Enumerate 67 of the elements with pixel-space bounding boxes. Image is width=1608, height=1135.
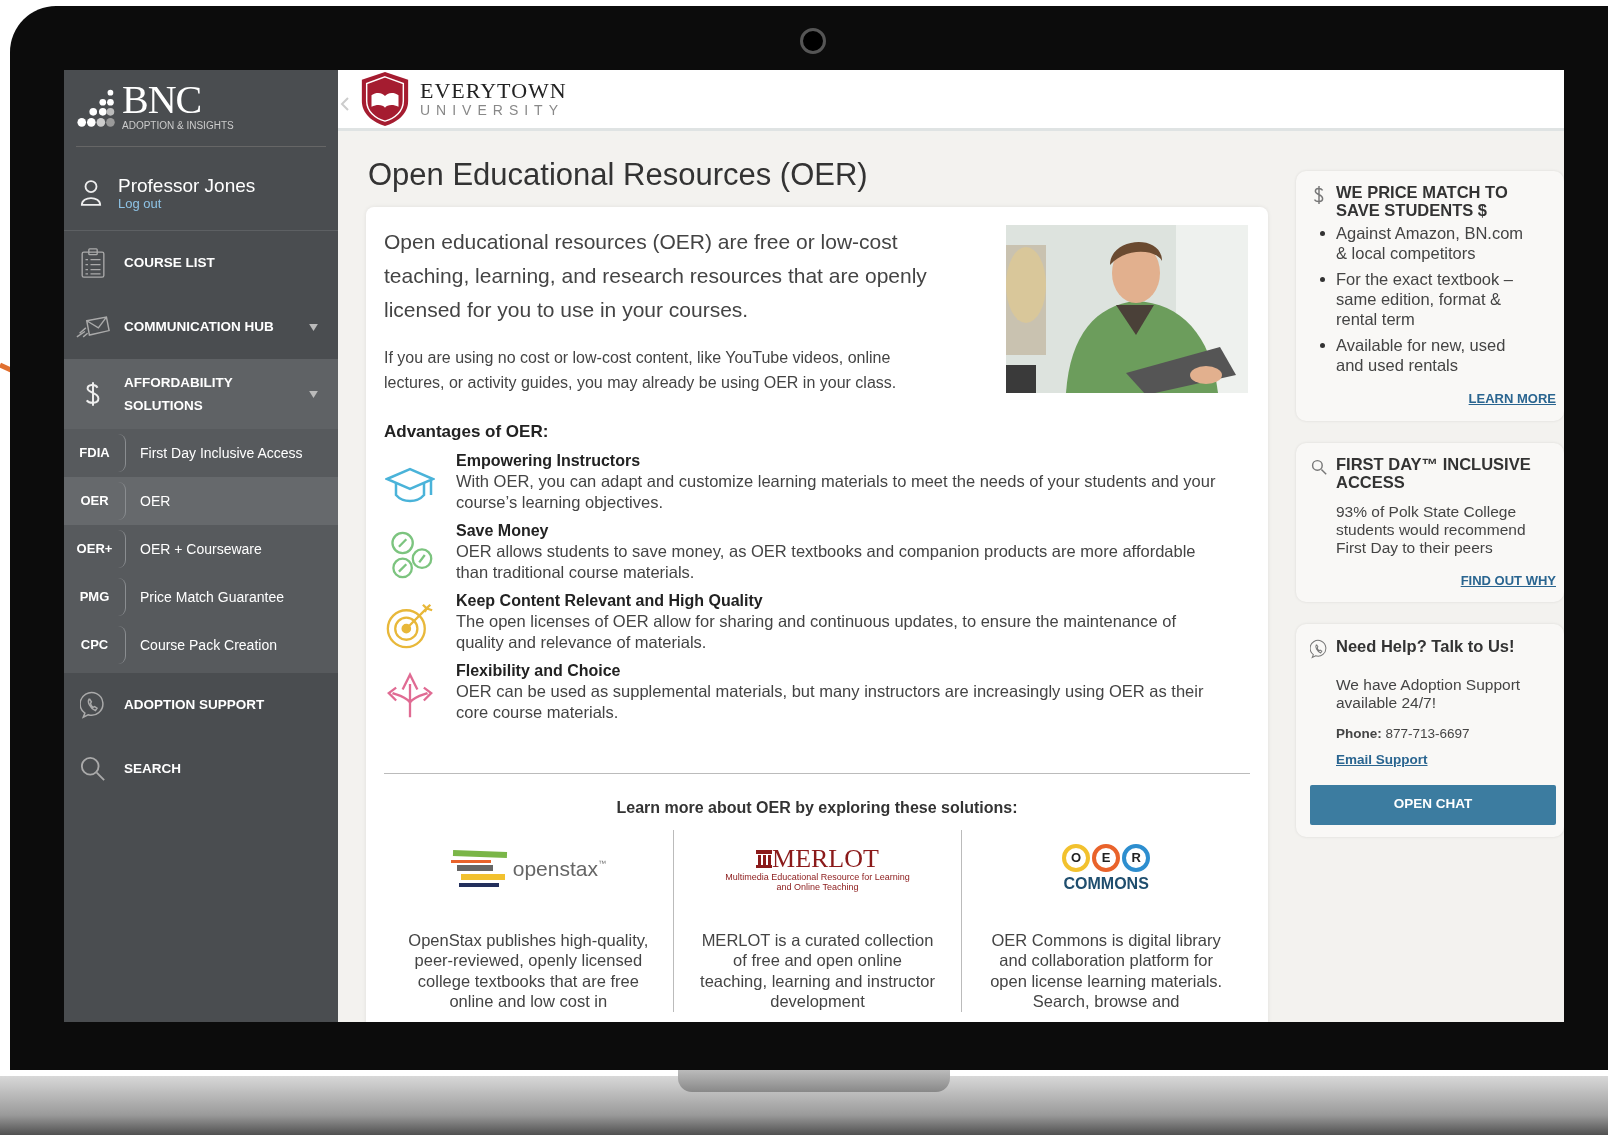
- section-heading: Learn more about OER by exploring these solutions:: [615, 797, 1019, 818]
- subnav-item[interactable]: OER+ OER + Courseware: [64, 525, 338, 573]
- caret-icon: [309, 323, 318, 331]
- solution-text: MERLOT is a curated collection of free and open online teaching, learning and instructor development: [699, 929, 936, 1012]
- arrows-icon: [385, 670, 435, 719]
- email-support-link[interactable]: Email Support: [1336, 750, 1556, 771]
- advantage-text: OER can be used as supplemental materials, but many instructors are increasingly using OER as their core course materials.: [456, 680, 1205, 723]
- card-title: FIRST DAY™ INCLUSIVE ACCESS: [1336, 454, 1532, 491]
- advantage-text: With OER, you can adapt and customize learning materials to meet the needs of your students and your course’s learning objectives.: [456, 470, 1217, 513]
- section-heading: Advantages of OER:: [384, 421, 550, 443]
- subnav-item[interactable]: PMG Price Match Guarantee: [64, 573, 338, 621]
- merlot-tagline: Multimedia Educational Resource for Learning and Online Teaching: [724, 871, 911, 892]
- logout-link[interactable]: Log out: [118, 196, 256, 211]
- envelope-icon: [76, 314, 110, 340]
- advantage-title: Keep Content Relevant and High Quality: [456, 590, 764, 611]
- caret-icon: [309, 390, 318, 398]
- column-icon: [756, 849, 773, 868]
- university-subtitle: UNIVERSITY: [420, 102, 565, 118]
- openstax-logo-text: openstax: [512, 855, 598, 882]
- card-link[interactable]: FIND OUT WHY: [1460, 570, 1556, 590]
- page-title: Open Educational Resources (OER): [368, 157, 869, 193]
- nav-item[interactable]: SEARCH: [64, 737, 338, 801]
- bullet-text: Against Amazon, BN.com & local competitors: [1335, 223, 1525, 263]
- user-icon: [80, 178, 102, 207]
- camera-icon: [800, 28, 826, 54]
- phone-bubble-icon: [1310, 638, 1328, 660]
- nav-item[interactable]: COMMUNICATION HUB: [64, 295, 338, 359]
- nav-item[interactable]: AFFORDABILITY SOLUTIONS: [64, 359, 338, 429]
- dollar-icon: [84, 379, 102, 409]
- card-title: WE PRICE MATCH TO SAVE STUDENTS $: [1336, 183, 1509, 219]
- advantage-text: The open licenses of OER allow for sharing and continuous updates, to ensure the maintenance of quality and relevance of materials.: [456, 610, 1178, 653]
- stacked-books-icon: [450, 848, 509, 889]
- solution-text: OpenStax publishes high-quality, peer-reviewed, openly licensed college textbooks that are free online and low cost in: [408, 929, 649, 1012]
- bullet-text: Available for new, used and used rentals: [1335, 335, 1507, 375]
- advantage-title: Empowering Instructors: [456, 450, 642, 471]
- university-name: EVERYTOWN: [420, 80, 567, 102]
- logo-tagline: ADOPTION & INSIGHTS: [122, 120, 234, 132]
- advantage-title: Save Money: [456, 520, 550, 541]
- trademark-sign: ™: [597, 857, 606, 868]
- intro-lead: Open educational resources (OER) are free or low-cost teaching, learning, and research resources that are openly licensed for you to use in your courses.: [384, 229, 928, 323]
- search-icon: [80, 754, 106, 784]
- card-text: 93% of Polk State College students would recommend First Day to their peers: [1336, 502, 1527, 557]
- intro-text: If you are using no cost or low-cost content, like YouTube videos, online lectures, or activity guides, you may already be using OER in your class.: [384, 348, 898, 393]
- collapse-icon[interactable]: [340, 96, 350, 112]
- merlot-logo-text: MERLOT: [772, 845, 879, 872]
- phone-bubble-icon: [80, 690, 106, 720]
- user-name: Professor Jones: [118, 174, 256, 197]
- clipboard-icon: [80, 248, 106, 278]
- advantage-title: Flexibility and Choice: [456, 660, 622, 681]
- bullet-text: For the exact textbook – same edition, format & rental term: [1335, 269, 1514, 329]
- logo-text: BNC: [122, 80, 202, 120]
- bullet-icon: [1320, 231, 1325, 236]
- subnav-item[interactable]: CPC Course Pack Creation: [64, 621, 338, 669]
- bullet-icon: [1320, 343, 1325, 348]
- bullet-icon: [1320, 277, 1325, 282]
- card-text: We have Adoption Support available 24/7!: [1336, 676, 1522, 712]
- nav-item[interactable]: ADOPTION SUPPORT: [64, 673, 338, 737]
- card-link[interactable]: LEARN MORE: [1468, 389, 1556, 409]
- card-title: Need Help? Talk to Us!: [1336, 636, 1515, 656]
- advantage-text: OER allows students to save money, as OER textbooks and companion products are more affordable than traditional course materials.: [456, 540, 1197, 583]
- nav-item[interactable]: COURSE LIST: [64, 231, 338, 295]
- solution-text: OER Commons is digital library and collaboration platform for open license learning materials. Search, browse and: [989, 929, 1224, 1012]
- commons-logo-text: COMMONS: [1063, 873, 1149, 894]
- subnav-item[interactable]: OER OER: [64, 477, 338, 525]
- phone-text: Phone: 877-713-6697: [1336, 725, 1471, 743]
- subnav-item[interactable]: FDIA First Day Inclusive Access: [64, 429, 338, 477]
- open-chat-button[interactable]: OPEN CHAT: [1310, 784, 1556, 825]
